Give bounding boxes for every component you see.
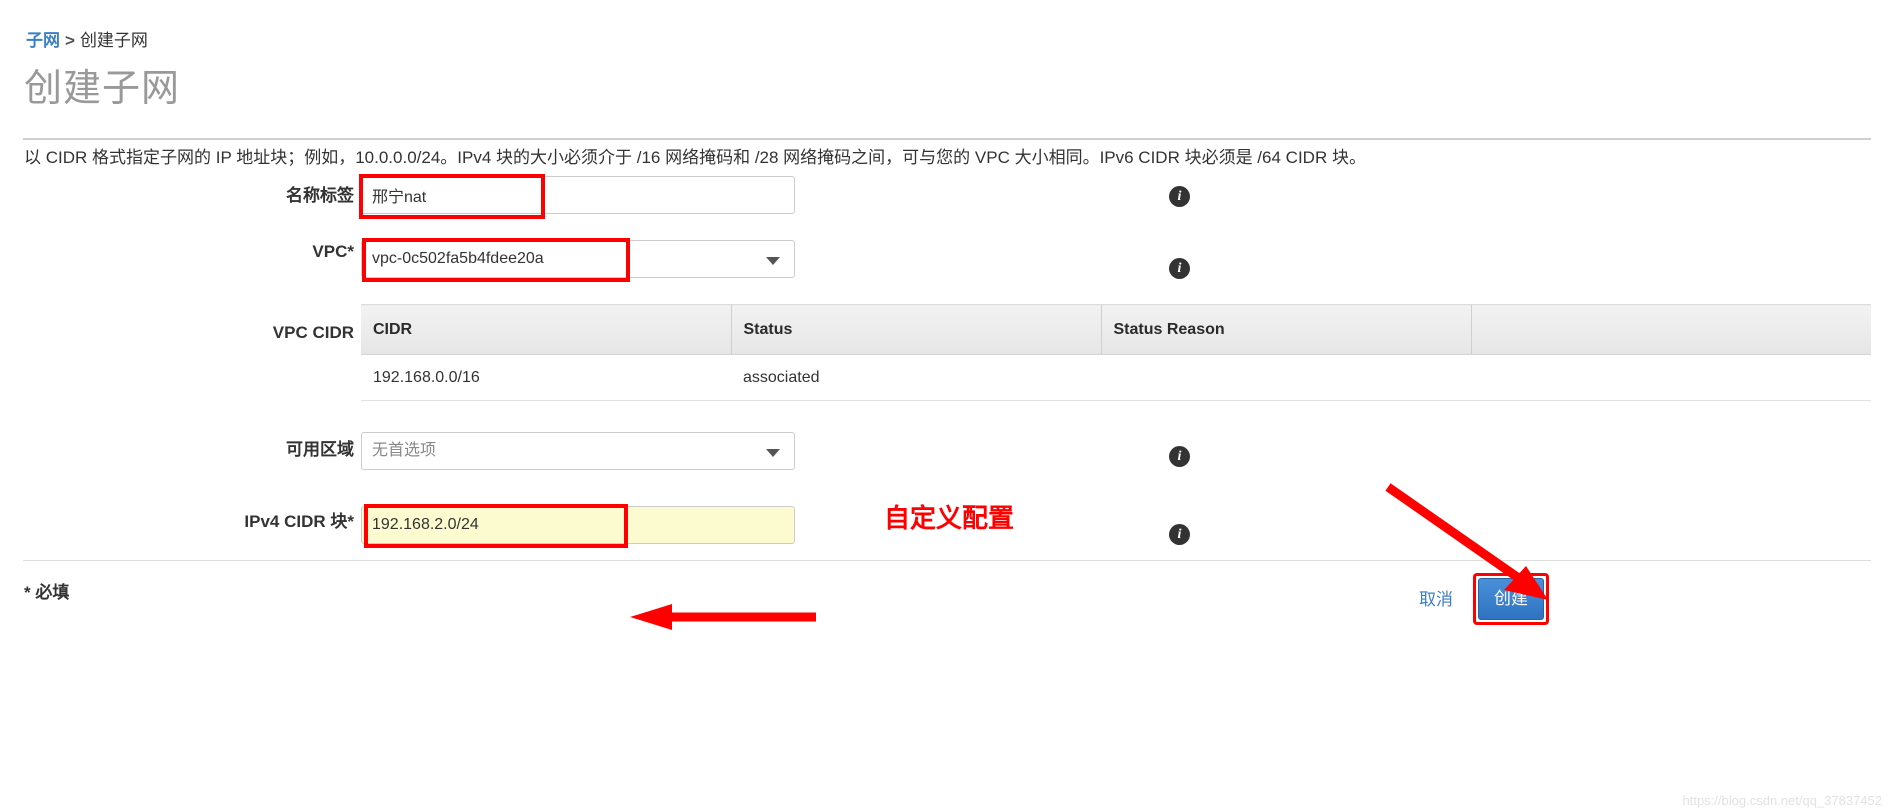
create-subnet-page: 子网 > 创建子网 创建子网 以 CIDR 格式指定子网的 IP 地址块；例如，10… xyxy=(0,0,1894,812)
vpc-cidr-table: CIDR Status Status Reason 192.168.0.0/16… xyxy=(361,304,1871,401)
availability-zone-field-wrap: 无首选项 i xyxy=(361,432,1190,470)
info-icon[interactable]: i xyxy=(1169,446,1190,467)
availability-zone-selected-value: 无首选项 xyxy=(372,442,437,459)
form-row-vpc-cidr: VPC CIDR CIDR Status Status Reason 192.1… xyxy=(0,304,1894,428)
ipv4-cidr-field-wrap: 192.168.2.0/24 i xyxy=(361,506,1190,545)
form-row-vpc: VPC* vpc-0c502fa5b4fdee20a i xyxy=(0,232,1894,304)
required-note: * 必填 xyxy=(24,583,70,602)
info-icon[interactable]: i xyxy=(1169,186,1190,207)
name-tag-field-wrap: i xyxy=(361,176,1190,214)
column-header-status-reason[interactable]: Status Reason xyxy=(1100,304,1471,355)
column-header-extra[interactable] xyxy=(1470,304,1871,355)
title-divider xyxy=(23,138,1871,140)
vpc-cidr-label: VPC CIDR xyxy=(272,323,354,342)
availability-zone-label: 可用区域 xyxy=(286,440,354,459)
vpc-field-wrap: vpc-0c502fa5b4fdee20a i xyxy=(361,240,1190,279)
ipv4-cidr-label: IPv4 CIDR 块* xyxy=(244,512,354,531)
cell-extra xyxy=(1471,354,1871,401)
vpc-selected-value: vpc-0c502fa5b4fdee20a xyxy=(372,250,544,267)
breadcrumb-separator: > xyxy=(65,31,75,50)
footer-divider xyxy=(23,560,1871,561)
form-row-availability-zone: 可用区域 无首选项 i xyxy=(0,428,1894,498)
cell-status-reason xyxy=(1101,354,1471,401)
form-row-name-tag: 名称标签 i xyxy=(0,174,1894,232)
breadcrumb-link-subnet[interactable]: 子网 xyxy=(26,31,60,50)
annotation-arrow-horizontal xyxy=(630,604,816,630)
vpc-select[interactable]: vpc-0c502fa5b4fdee20a xyxy=(361,240,795,278)
breadcrumb: 子网 > 创建子网 xyxy=(26,26,148,51)
chevron-down-icon[interactable] xyxy=(766,257,780,265)
breadcrumb-current: 创建子网 xyxy=(79,31,148,50)
watermark: https://blog.csdn.net/qq_37837452 xyxy=(1682,793,1883,808)
table-header-row: CIDR Status Status Reason xyxy=(361,304,1871,355)
cell-status: associated xyxy=(731,354,1101,401)
info-icon[interactable]: i xyxy=(1169,258,1190,279)
name-tag-input[interactable] xyxy=(361,176,795,214)
availability-zone-select[interactable]: 无首选项 xyxy=(361,432,795,470)
page-description: 以 CIDR 格式指定子网的 IP 地址块；例如，10.0.0.0/24。IPv… xyxy=(24,148,1366,167)
annotation-arrow-diagonal xyxy=(1385,483,1548,600)
chevron-down-icon[interactable] xyxy=(766,449,780,457)
ipv4-cidr-input[interactable]: 192.168.2.0/24 xyxy=(361,506,795,544)
info-icon[interactable]: i xyxy=(1169,524,1190,545)
cell-cidr: 192.168.0.0/16 xyxy=(361,354,731,401)
vpc-label: VPC* xyxy=(312,242,354,261)
column-header-cidr[interactable]: CIDR xyxy=(361,304,731,355)
table-row: 192.168.0.0/16 associated xyxy=(361,354,1871,401)
page-title: 创建子网 xyxy=(24,68,181,110)
name-tag-label: 名称标签 xyxy=(286,186,354,205)
annotation-text-custom-config: 自定义配置 xyxy=(884,503,1015,533)
column-header-status[interactable]: Status xyxy=(730,304,1101,355)
